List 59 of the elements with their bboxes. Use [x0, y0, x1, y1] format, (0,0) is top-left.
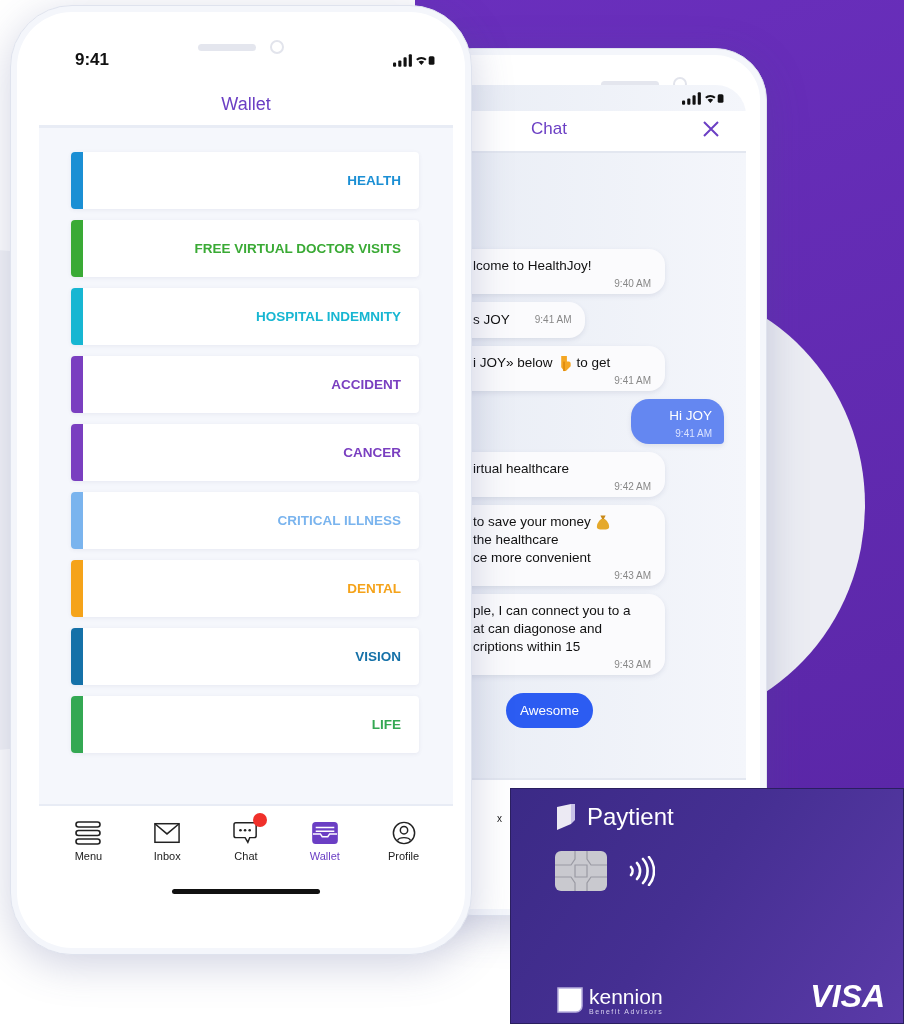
status-icons	[393, 53, 435, 67]
brand-logo-icon	[555, 803, 577, 831]
card-label: CANCER	[343, 445, 401, 460]
message-text: to get	[576, 354, 611, 372]
tab-item[interactable]: Menu	[58, 812, 119, 862]
money-bag-icon	[595, 513, 610, 531]
wallet-card[interactable]: ACCIDENT	[71, 356, 419, 413]
card-label: CRITICAL ILLNESS	[277, 513, 401, 528]
message-text: ple, I can connect you to a	[473, 602, 631, 620]
card-label: VISION	[355, 649, 401, 664]
status-time: 9:41	[75, 50, 110, 70]
envelope-icon	[154, 821, 181, 845]
card-network-logo: VISA	[810, 978, 885, 1015]
wallet-card[interactable]: VISION	[71, 628, 419, 685]
partner-name: kennion	[589, 985, 664, 1008]
brand-name: Paytient	[587, 803, 674, 831]
card-label: HEALTH	[347, 173, 401, 188]
message-text: ce more convenient	[473, 549, 591, 567]
message-text: to save your money	[473, 513, 591, 531]
wallet-card[interactable]: HEALTH	[71, 152, 419, 209]
message-time: 9:41 AM	[534, 313, 572, 327]
card-label: DENTAL	[347, 581, 401, 596]
message-text: criptions within 15	[473, 638, 581, 656]
message-text: the healthcare	[473, 531, 559, 549]
quick-reply-button[interactable]: Awesome	[506, 693, 594, 728]
screen-title: Chat	[531, 119, 567, 139]
message-time: 9:42 AM	[613, 481, 651, 492]
wallet-card[interactable]: CANCER	[71, 424, 419, 481]
card-label: LIFE	[371, 717, 401, 732]
message-text: Hi JOY	[669, 407, 712, 425]
close-icon[interactable]	[702, 120, 720, 138]
partner-logo-icon	[555, 985, 585, 1015]
tab-item[interactable]: Wallet	[294, 812, 355, 862]
profile-icon	[390, 821, 417, 845]
contactless-icon	[627, 856, 655, 886]
menu-icon	[75, 821, 102, 845]
speaker-grille	[198, 43, 256, 51]
message-text: i JOY» below	[473, 354, 553, 372]
message-text: at can diagonose and	[473, 620, 603, 638]
card-label: HOSPITAL INDEMNITY	[256, 309, 401, 324]
chip-icon	[555, 851, 607, 891]
message-text: lcome to HealthJoy!	[473, 257, 592, 275]
card-label: ACCIDENT	[331, 377, 401, 392]
status-icons	[682, 91, 724, 105]
message-time: 9:43 AM	[613, 659, 651, 670]
tab-label[interactable]: x	[497, 813, 502, 824]
message-time: 9:41 AM	[613, 375, 651, 386]
message-text: s JOY	[473, 311, 510, 329]
camera-dot	[270, 40, 284, 54]
message-time: 9:43 AM	[613, 570, 651, 581]
message-text: irtual healthcare	[473, 460, 570, 478]
message-time: 9:41 AM	[674, 428, 712, 439]
wallet-icon	[311, 821, 338, 845]
tab-item[interactable]: Chat	[216, 812, 276, 862]
tab-item[interactable]: Profile	[373, 812, 434, 862]
card-label: FREE VIRTUAL DOCTOR VISITS	[194, 241, 401, 256]
message-time: 9:40 AM	[613, 278, 651, 289]
chat-bubble-icon	[233, 821, 259, 845]
tab-item[interactable]: Inbox	[137, 812, 198, 862]
